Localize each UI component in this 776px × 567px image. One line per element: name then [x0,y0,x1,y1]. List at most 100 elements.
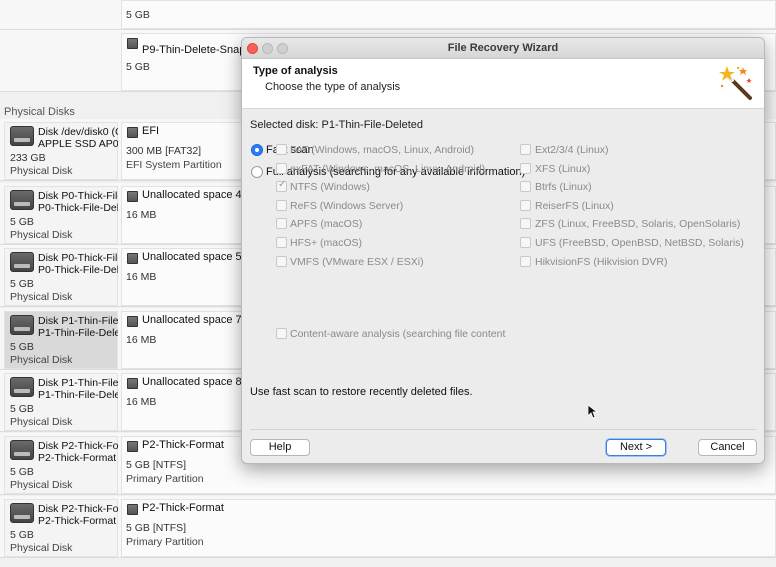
partition-size: 16 MB [126,209,157,221]
filesystem-checkbox[interactable] [520,256,531,267]
partition-size: 5 GB [126,9,150,21]
disk-name: Disk P0-Thick-File P0-Thick-File-Del [38,190,118,214]
hard-disk-icon [10,503,34,523]
partition-size: 16 MB [126,271,157,283]
filesystem-checkbox[interactable] [276,256,287,267]
hard-disk-icon [10,190,34,210]
dialog-header: Type of analysis Choose the type of anal… [242,59,764,109]
filesystem-checkbox[interactable] [276,163,287,174]
filesystem-label: ReFS (Windows Server) [290,200,404,212]
content-aware-checkbox[interactable] [276,328,287,339]
disk-cell[interactable]: Disk /dev/disk0 (G APPLE SSD AP02 233 GBP… [4,122,118,180]
fast-scan-radio[interactable] [251,144,263,156]
filesystem-checkbox[interactable] [520,218,531,229]
partition-name: Unallocated space 8 [142,376,242,388]
content-aware-label: Content-aware analysis (searching file c… [290,328,506,340]
filesystem-label: HFS+ (macOS) [290,237,363,249]
filesystem-checkbox[interactable] [276,237,287,248]
filesystem-checkbox[interactable] [520,237,531,248]
partition-icon [127,316,138,327]
partition-name: P9-Thin-Delete-Snaps [142,44,251,56]
hard-disk-icon [10,126,34,146]
filesystem-checkbox[interactable] [520,163,531,174]
hard-disk-icon [10,252,34,272]
disk-size: 5 GB [10,529,34,541]
filesystem-label: APFS (macOS) [290,218,363,230]
file-recovery-wizard-dialog: File Recovery Wizard Type of analysis Ch… [241,37,765,464]
help-button[interactable]: Help [250,439,310,456]
partition-size: 16 MB [126,334,157,346]
filesystem-label: Ext2/3/4 (Linux) [535,144,609,156]
disk-type: Physical Disk [10,416,73,428]
disk-cell[interactable]: Disk P2-Thick-For P2-Thick-Format 5 GB Phy… [4,436,118,494]
partition-type: Primary Partition [126,536,204,548]
hard-disk-icon [10,377,34,397]
filesystem-label: UFS (FreeBSD, OpenBSD, NetBSD, Solaris) [535,237,744,249]
partition-size: 300 MB [FAT32] [126,145,202,157]
disk-cell[interactable]: Disk P0-Thick-File P0-Thick-File-Dele 5 G… [4,248,118,306]
disk-row[interactable]: Disk P2-Thick-For P2-Thick-Format 5 GB Phy… [0,496,776,558]
hint-text: Use fast scan to restore recently delete… [250,386,473,398]
filesystem-checkbox[interactable] [276,144,287,155]
disk-name: Disk P2-Thick-For P2-Thick-Format [38,503,118,527]
disk-name: Disk /dev/disk0 (G APPLE SSD AP02 [38,126,118,150]
filesystem-checkbox[interactable] [276,179,287,192]
partition-name: Unallocated space 4 [142,189,242,201]
hard-disk-icon [10,440,34,460]
disk-type: Physical Disk [10,479,73,491]
disk-cell[interactable]: Disk P0-Thick-File P0-Thick-File-Del 5 GB… [4,186,118,244]
partition-size: 5 GB [NTFS] [126,459,187,471]
separator [250,429,756,430]
disk-size: 5 GB [10,403,34,415]
dialog-title: File Recovery Wizard [447,42,559,54]
partition-name: P2-Thick-Format [142,502,224,514]
filesystem-checkbox[interactable] [520,181,531,192]
filesystem-label: XFS (Linux) [535,163,591,175]
selected-disk-label: Selected disk: P1-Thin-File-Deleted [250,119,424,131]
partition-icon [127,38,138,49]
partition-icon [127,504,138,515]
partition-size: 16 MB [126,396,157,408]
filesystem-label: NTFS (Windows) [290,181,370,193]
next-button[interactable]: Next > [606,439,666,456]
filesystem-label: FAT (Windows, macOS, Linux, Android) [290,144,475,156]
filesystem-checkbox[interactable] [276,218,287,229]
disk-size: 5 GB [10,278,34,290]
full-analysis-radio[interactable] [251,166,263,178]
disk-type: Physical Disk [10,354,73,366]
dialog-body: Selected disk: P1-Thin-File-Deleted Fast… [242,109,764,463]
partition-icon [127,378,138,389]
filesystem-label: HikvisionFS (Hikvision DVR) [535,256,668,268]
partition-cell[interactable]: 5 GB [121,0,776,29]
partition-icon [127,441,138,452]
filesystem-label: ZFS (Linux, FreeBSD, Solaris, OpenSolari… [535,218,741,230]
partition-name: Unallocated space 7 [142,314,242,326]
disk-size: 5 GB [10,216,34,228]
top-row-1: 5 GB [0,0,776,30]
partition-cell[interactable]: P2-Thick-Format 5 GB [NTFS] Primary Partit… [121,499,776,557]
cancel-button[interactable]: Cancel [698,439,757,456]
disk-type: Physical Disk [10,165,73,177]
disk-type: Physical Disk [10,542,73,554]
disk-type: Physical Disk [10,291,73,303]
disk-cell[interactable]: Disk P2-Thick-For P2-Thick-Format 5 GB Phy… [4,499,118,557]
partition-size: 5 GB [NTFS] [126,522,187,534]
partition-icon [127,253,138,264]
disk-cell[interactable]: Disk P1-Thin-File- P1-Thin-File-Dele 5 GB… [4,373,118,431]
mouse-cursor-icon [588,405,598,419]
filesystem-checkbox[interactable] [276,200,287,211]
partition-type: Primary Partition [126,473,204,485]
disk-cell[interactable]: Disk P1-Thin-File- P1-Thin-File-Dele 5 GB… [4,311,118,369]
disk-type: Physical Disk [10,229,73,241]
filesystem-checkbox[interactable] [520,144,531,155]
dialog-titlebar: File Recovery Wizard [242,38,764,59]
section-title: Physical Disks [4,106,75,118]
partition-icon [127,191,138,202]
filesystem-label: exFAT (Windows, macOS, Linux, Android) [290,163,486,175]
partition-name: Unallocated space 5 [142,251,242,263]
filesystem-checkbox[interactable] [520,200,531,211]
partition-icon [127,127,138,138]
header-title: Type of analysis [253,65,338,77]
partition-size: 5 GB [126,61,150,73]
disk-name: Disk P2-Thick-For P2-Thick-Format [38,440,118,464]
